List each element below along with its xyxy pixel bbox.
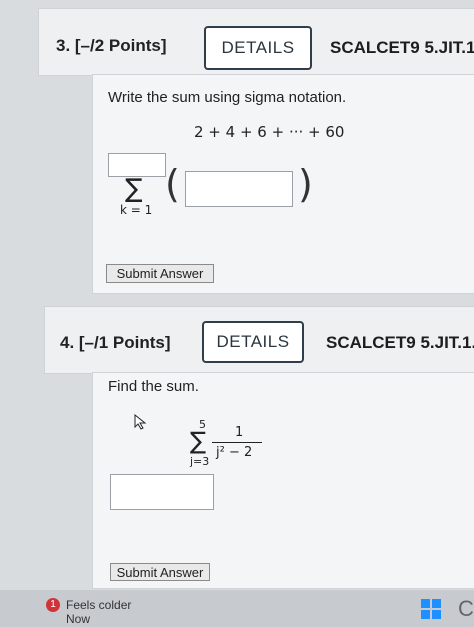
q3-details-button[interactable]: DETAILS — [204, 26, 312, 70]
q3-close-paren: ) — [298, 162, 313, 206]
q4-submit-button[interactable]: Submit Answer — [110, 563, 210, 581]
q4-denominator: j² − 2 — [216, 445, 253, 460]
q3-prompt: Write the sum using sigma notation. — [108, 89, 347, 106]
q4-number-label: 4. [–/1 Points] — [60, 333, 171, 352]
windows-start-icon[interactable] — [420, 598, 442, 625]
q3-number-label: 3. [–/2 Points] — [56, 36, 167, 55]
q3-submit-button[interactable]: Submit Answer — [106, 264, 214, 283]
weather-widget-line2[interactable]: Now — [66, 612, 90, 626]
q3-sigma-symbol: ∑ — [125, 174, 143, 204]
q4-numerator: 1 — [235, 425, 244, 440]
search-icon[interactable]: C — [458, 596, 474, 622]
notification-badge[interactable]: 1 — [46, 598, 60, 612]
q4-details-button[interactable]: DETAILS — [202, 321, 304, 363]
weather-widget-line1[interactable]: Feels colder — [66, 598, 131, 612]
q3-open-paren: ( — [165, 162, 180, 206]
q3-term-input[interactable] — [185, 171, 293, 207]
q4-reference-label: SCALCET9 5.JIT.1.0 — [326, 333, 474, 352]
q4-prompt: Find the sum. — [108, 378, 199, 395]
q4-answer-input[interactable] — [110, 474, 214, 510]
cursor-icon — [134, 413, 148, 435]
q4-fraction-bar — [212, 442, 262, 443]
q3-lower-index: k = 1 — [120, 203, 153, 217]
q4-sigma-symbol: ∑ — [190, 427, 207, 455]
q3-series: 2 + 4 + 6 + ··· + 60 — [194, 123, 345, 141]
q3-reference-label: SCALCET9 5.JIT.1 — [330, 38, 474, 57]
q4-lower-index: j=3 — [190, 455, 210, 468]
